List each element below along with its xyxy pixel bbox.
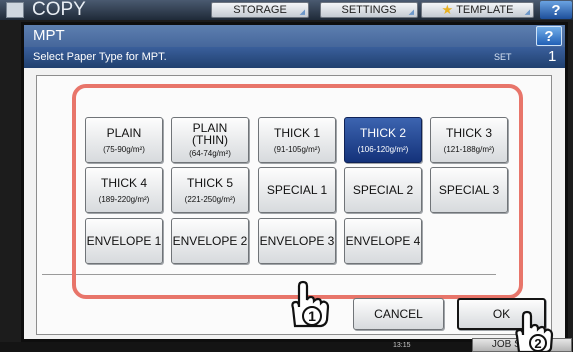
paper-type-range: (91-105g/m²) [273,144,321,154]
dialog-title: MPT [33,27,65,44]
paper-type-name: THICK 5 [186,175,233,190]
hand-pointer-icon-2: 2 [515,310,554,352]
help-button[interactable]: ? [536,26,562,46]
dialog-header: MPT ? Select Paper Type for MPT. SET 1 [24,25,565,68]
paper-type-envelope-3[interactable]: ENVELOPE 3 [258,218,336,264]
paper-type-name: THICK 1 [273,125,320,140]
hand-pointer-icon-1: 1 [291,280,330,328]
instruction-bar: Select Paper Type for MPT. SET 1 [24,47,565,68]
paper-type-envelope-2[interactable]: ENVELOPE 2 [171,218,249,264]
paper-type-name: PLAIN [106,125,142,140]
tab-template[interactable]: ★ TEMPLATE ◢ [421,2,534,18]
instruction-text: Select Paper Type for MPT. [33,51,167,63]
divider [42,274,496,275]
tab-storage[interactable]: STORAGE ◢ [211,2,309,18]
paper-type-thick-3[interactable]: THICK 3 (121-188g/m²) [430,117,508,163]
paper-type-special-1[interactable]: SPECIAL 1 [258,167,336,213]
paper-type-name: PLAIN (THIN) [192,121,228,147]
paper-type-name: ENVELOPE 2 [172,234,248,248]
set-value: 1 [548,48,557,65]
paper-type-name: SPECIAL 2 [352,183,414,197]
dropdown-icon: ◢ [524,9,530,16]
star-icon: ★ [441,2,454,17]
tab-label: TEMPLATE [456,4,514,16]
tab-label: STORAGE [233,4,287,16]
paper-type-range: (106-120g/m²) [357,144,409,154]
paper-type-thick-4[interactable]: THICK 4 (189-220g/m²) [85,167,163,213]
paper-type-name: SPECIAL 3 [438,183,500,197]
set-label: SET [494,52,512,62]
tab-settings[interactable]: SETTINGS ◢ [320,2,418,18]
paper-type-name: ENVELOPE 1 [86,234,162,248]
paper-type-range: (64-74g/m²) [189,149,231,158]
top-bar: COPY STORAGE ◢ SETTINGS ◢ ★ TEMPLATE ◢ ? [0,0,573,20]
paper-type-special-2[interactable]: SPECIAL 2 [344,167,422,213]
dropdown-icon: ◢ [299,9,305,16]
paper-type-special-3[interactable]: SPECIAL 3 [430,167,508,213]
help-button-top[interactable]: ? [540,1,572,19]
paper-type-range: (189-220g/m²) [98,194,150,204]
tab-label: SETTINGS [341,4,397,16]
paper-type-plain-thin[interactable]: PLAIN (THIN) (64-74g/m²) [171,117,249,163]
paper-type-range: (121-188g/m²) [443,144,495,154]
paper-type-name: ENVELOPE 4 [345,234,421,248]
paper-type-range: (75-90g/m²) [103,144,145,154]
paper-type-envelope-1[interactable]: ENVELOPE 1 [85,218,163,264]
clock-text: 13:15 [393,342,411,349]
paper-type-thick-5[interactable]: THICK 5 (221-250g/m²) [171,167,249,213]
app-title: COPY [32,0,86,20]
paper-type-name: THICK 2 [359,125,406,140]
cancel-button[interactable]: CANCEL [353,298,444,330]
paper-type-thick-1[interactable]: THICK 1 (91-105g/m²) [258,117,336,163]
paper-type-plain[interactable]: PLAIN (75-90g/m²) [85,117,163,163]
paper-type-range: (221-250g/m²) [184,194,236,204]
paper-type-name: THICK 3 [445,125,492,140]
callout-step-2: 2 [534,336,541,351]
paper-type-thick-2[interactable]: THICK 2 (106-120g/m²) [344,117,422,163]
dropdown-icon: ◢ [408,9,414,16]
copy-icon [6,2,24,18]
callout-step-1: 1 [308,308,316,324]
paper-type-name: THICK 4 [100,175,147,190]
paper-type-name: ENVELOPE 3 [259,234,335,248]
paper-type-envelope-4[interactable]: ENVELOPE 4 [344,218,422,264]
paper-type-name: SPECIAL 1 [266,183,328,197]
